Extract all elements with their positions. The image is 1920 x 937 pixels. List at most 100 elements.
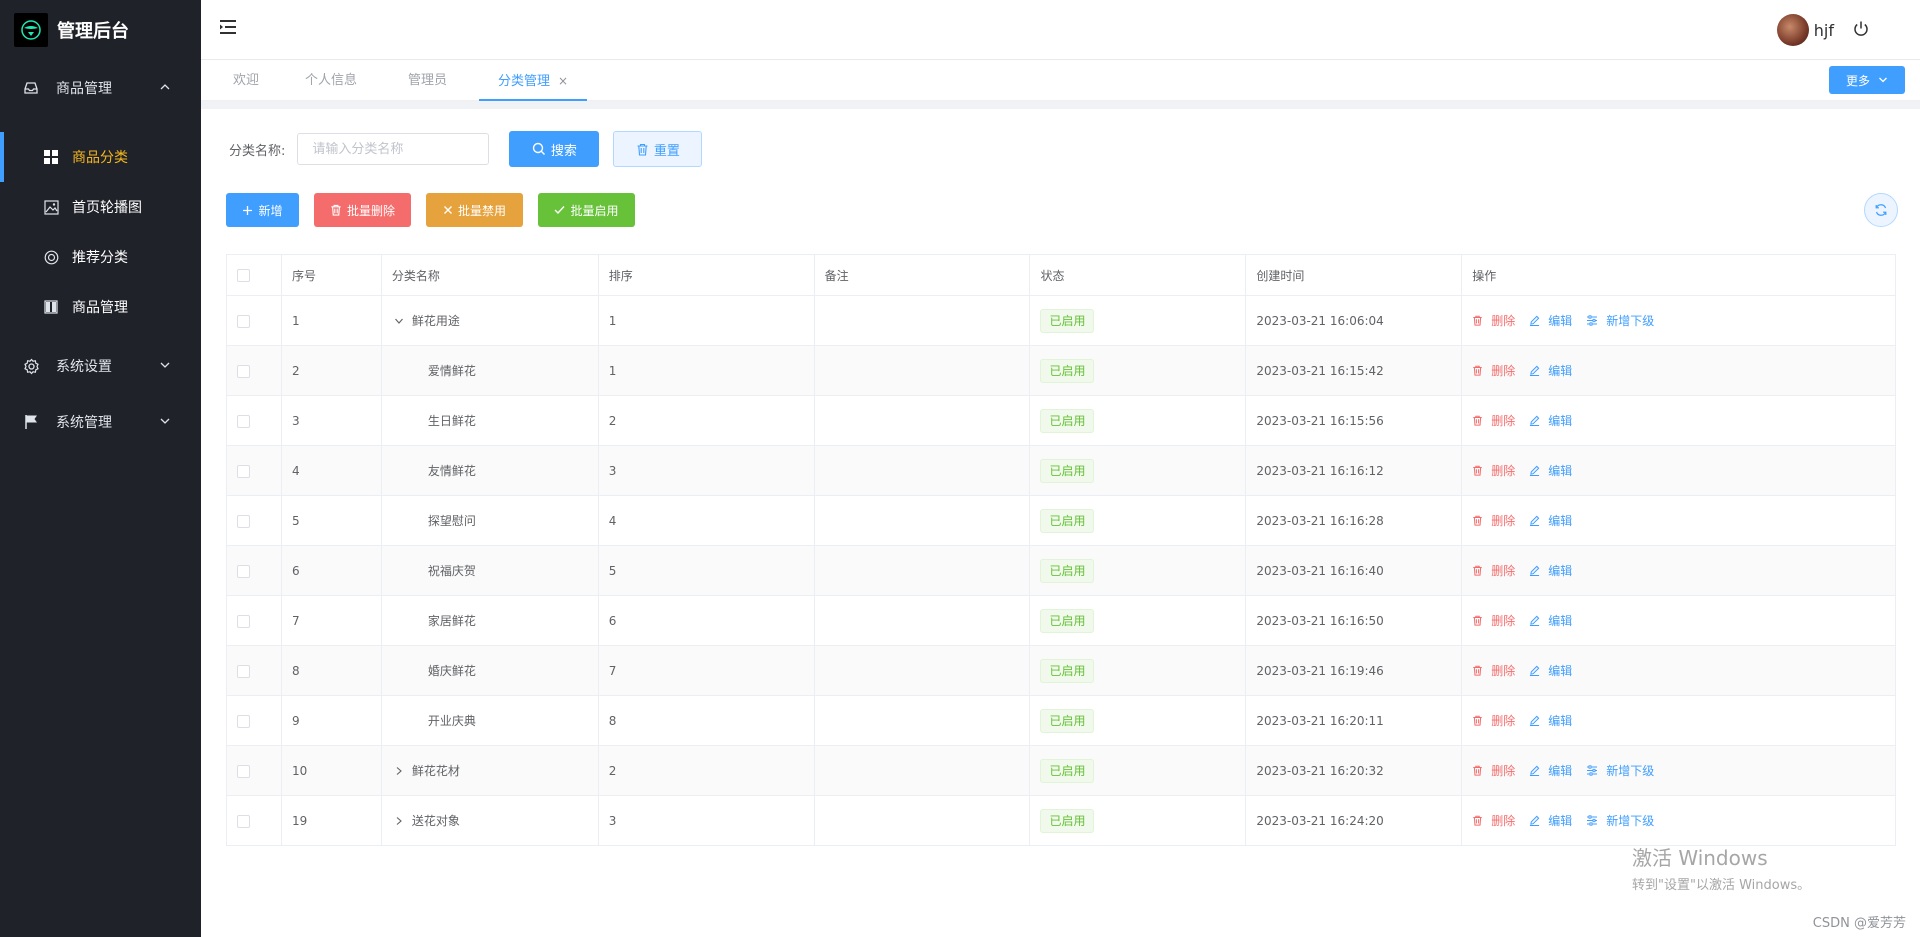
sidebar-item-banner[interactable]: 首页轮播图	[0, 182, 201, 232]
delete-button[interactable]: 删除	[1472, 362, 1515, 379]
row-checkbox[interactable]	[237, 664, 250, 678]
delete-button[interactable]: 删除	[1472, 562, 1515, 579]
tab-label: 管理员	[408, 73, 448, 88]
created-cell: 2023-03-21 16:20:32	[1245, 745, 1463, 796]
delete-button[interactable]: 删除	[1472, 312, 1515, 329]
menu-toggle-icon[interactable]	[219, 18, 237, 40]
edit-button[interactable]: 编辑	[1529, 712, 1572, 729]
category-name-input[interactable]	[297, 133, 490, 165]
trash-icon	[1472, 765, 1487, 776]
row-checkbox[interactable]	[237, 614, 250, 628]
grid-icon	[42, 148, 60, 166]
chevron-up-icon	[159, 81, 171, 97]
ops-cell: 删除 编辑	[1461, 495, 1896, 546]
note-cell	[813, 595, 1031, 646]
avatar[interactable]	[1776, 14, 1809, 46]
edit-button[interactable]: 编辑	[1529, 412, 1572, 429]
sidebar-item-label: 商品分类	[72, 150, 128, 166]
category-name: 鲜花花材	[411, 764, 460, 778]
ops-cell: 删除 编辑 新增下级	[1461, 295, 1896, 346]
status-cell: 已启用	[1029, 495, 1247, 546]
row-checkbox[interactable]	[237, 414, 250, 428]
row-checkbox[interactable]	[237, 464, 250, 478]
trash-icon	[1472, 615, 1487, 626]
close-icon[interactable]: ×	[558, 74, 568, 88]
column-header: 备注	[813, 254, 1031, 296]
refresh-button[interactable]	[1864, 193, 1898, 227]
search-button[interactable]: 搜索	[509, 131, 600, 167]
op-label: 新增下级	[1606, 814, 1655, 828]
row-checkbox[interactable]	[237, 364, 250, 378]
chevron-right-icon[interactable]	[392, 816, 406, 826]
add-child-button[interactable]: 新增下级	[1586, 812, 1654, 829]
gear-icon	[22, 357, 40, 375]
add-child-button[interactable]: 新增下级	[1586, 312, 1654, 329]
tab-admin[interactable]: 管理员	[408, 61, 447, 101]
category-name: 婚庆鲜花	[427, 664, 476, 678]
refresh-icon	[1875, 204, 1887, 216]
edit-button[interactable]: 编辑	[1529, 662, 1572, 679]
inbox-icon	[22, 79, 40, 97]
edit-button[interactable]: 编辑	[1529, 612, 1572, 629]
created-cell: 2023-03-21 16:15:56	[1245, 395, 1463, 446]
delete-button[interactable]: 删除	[1472, 462, 1515, 479]
chevron-down-icon[interactable]	[392, 316, 406, 326]
sidebar-item-label: 商品管理	[72, 300, 128, 316]
select-all-checkbox[interactable]	[237, 269, 250, 282]
delete-button[interactable]: 删除	[1472, 662, 1515, 679]
tab-category[interactable]: 分类管理 ×	[479, 61, 588, 101]
batch-delete-button[interactable]: 批量删除	[314, 193, 411, 227]
delete-button[interactable]: 删除	[1472, 612, 1515, 629]
row-checkbox[interactable]	[237, 314, 250, 328]
op-label: 删除	[1491, 664, 1516, 678]
sidebar-item-category[interactable]: 商品分类	[0, 132, 201, 182]
add-button[interactable]: 新增	[226, 193, 299, 227]
table-row: 8 婚庆鲜花 7 已启用 2023-03-21 16:19:46 删除 编辑	[226, 645, 1896, 696]
edit-button[interactable]: 编辑	[1529, 812, 1572, 829]
sort-cell: 5	[597, 545, 815, 596]
reset-button[interactable]: 重置	[613, 131, 703, 167]
power-icon[interactable]	[1852, 20, 1870, 42]
action-toolbar: 新增 批量删除 批量禁用 批量启用	[226, 193, 650, 227]
table-row: 1 鲜花用途 1 已启用 2023-03-21 16:06:04 删除 编辑 新增下级	[226, 295, 1896, 346]
sidebar-item-goods[interactable]: 商品管理	[0, 282, 201, 332]
batch-enable-button[interactable]: 批量启用	[538, 193, 635, 227]
batch-disable-button[interactable]: 批量禁用	[426, 193, 523, 227]
add-child-icon	[1586, 765, 1602, 776]
tab-welcome[interactable]: 欢迎	[233, 61, 259, 101]
chevron-right-icon[interactable]	[392, 766, 406, 776]
edit-button[interactable]: 编辑	[1529, 362, 1572, 379]
created-cell: 2023-03-21 16:16:28	[1245, 495, 1463, 546]
delete-button[interactable]: 删除	[1472, 712, 1515, 729]
sidebar-item-recommend[interactable]: 推荐分类	[0, 232, 201, 282]
edit-button[interactable]: 编辑	[1529, 512, 1572, 529]
trash-icon	[1472, 815, 1487, 826]
tab-profile[interactable]: 个人信息	[305, 61, 357, 101]
more-button[interactable]: 更多	[1829, 66, 1905, 94]
row-checkbox[interactable]	[237, 514, 250, 528]
status-badge: 已启用	[1040, 758, 1095, 783]
delete-button[interactable]: 删除	[1472, 762, 1515, 779]
edit-icon	[1529, 515, 1544, 526]
menu-group-goods[interactable]: 商品管理	[0, 60, 201, 116]
row-checkbox[interactable]	[237, 564, 250, 578]
edit-button[interactable]: 编辑	[1529, 562, 1572, 579]
edit-button[interactable]: 编辑	[1529, 312, 1572, 329]
delete-button[interactable]: 删除	[1472, 412, 1515, 429]
row-checkbox[interactable]	[237, 714, 250, 728]
add-child-button[interactable]: 新增下级	[1586, 762, 1654, 779]
id-cell: 4	[280, 445, 382, 496]
edit-button[interactable]: 编辑	[1529, 762, 1572, 779]
row-checkbox[interactable]	[237, 764, 250, 778]
username[interactable]: hjf	[1814, 21, 1834, 40]
user-menu[interactable]: hjf	[1776, 14, 1834, 46]
delete-button[interactable]: 删除	[1472, 512, 1515, 529]
column-header: 创建时间	[1245, 254, 1463, 296]
delete-button[interactable]: 删除	[1472, 812, 1515, 829]
row-checkbox[interactable]	[237, 814, 250, 828]
menu-group-settings[interactable]: 系统设置	[0, 338, 201, 394]
edit-button[interactable]: 编辑	[1529, 462, 1572, 479]
op-label: 删除	[1491, 414, 1516, 428]
menu-group-system[interactable]: 系统管理	[0, 394, 201, 450]
more-label: 更多	[1845, 73, 1870, 88]
